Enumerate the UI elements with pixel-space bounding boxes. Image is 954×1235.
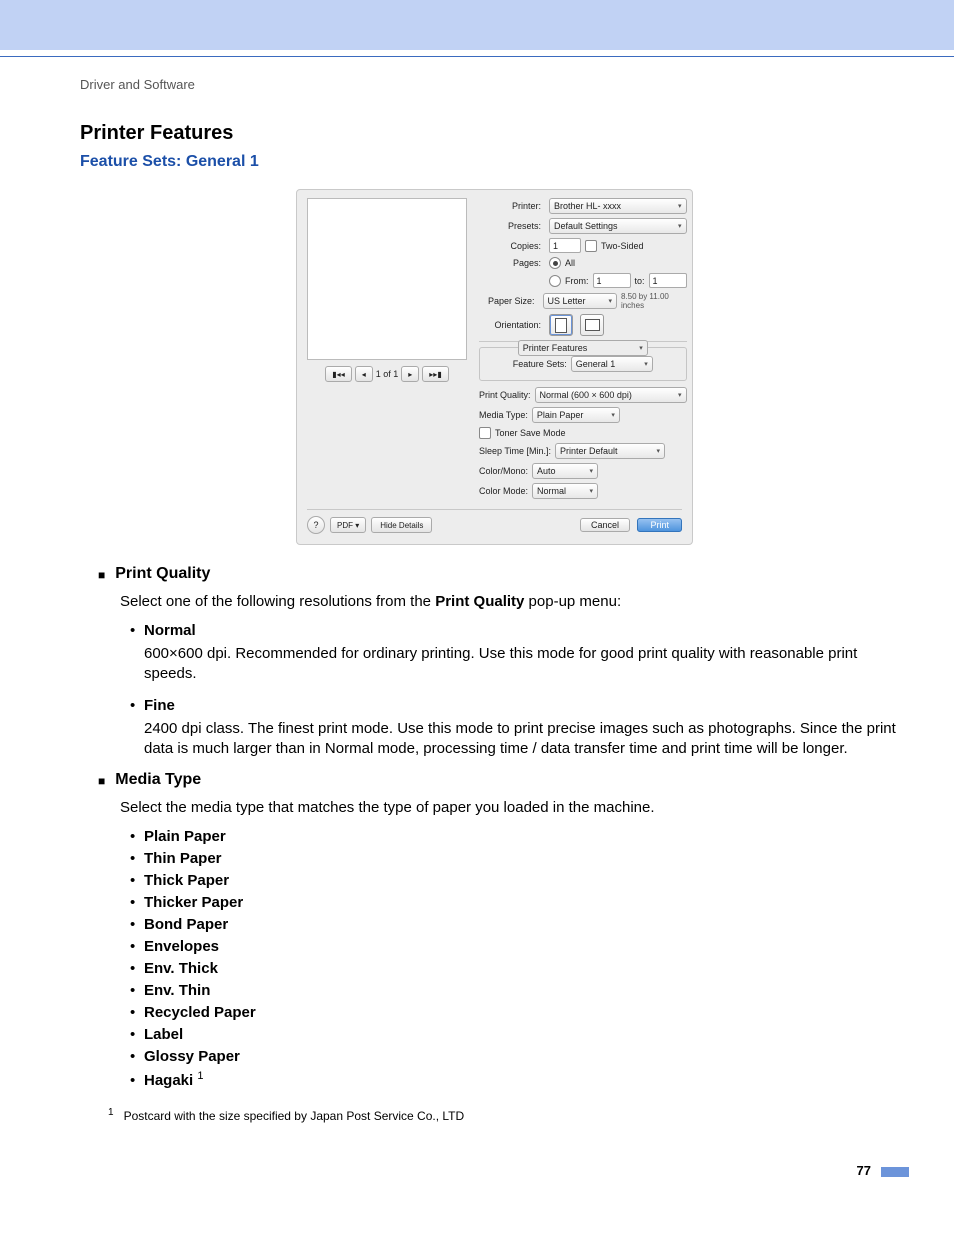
- next-page-button[interactable]: ▸: [401, 366, 419, 382]
- printer-select[interactable]: Brother HL- xxxx: [549, 198, 687, 214]
- copies-input[interactable]: 1: [549, 238, 581, 253]
- pages-from-label: From:: [565, 276, 589, 286]
- square-bullet-icon: ■: [98, 565, 105, 585]
- pages-label: Pages:: [479, 258, 545, 268]
- list-item: Envelopes: [130, 938, 909, 955]
- fine-description: 2400 dpi class. The finest print mode. U…: [144, 719, 909, 760]
- list-item: Label: [130, 1026, 909, 1043]
- page-subtitle: Feature Sets: General 1: [80, 153, 909, 171]
- toner-save-checkbox[interactable]: [479, 427, 491, 439]
- printer-features-group: Printer Features Feature Sets:General 1: [479, 347, 687, 381]
- color-mode-select[interactable]: Normal: [532, 483, 598, 499]
- copies-label: Copies:: [479, 241, 545, 251]
- pages-to-input[interactable]: 1: [649, 273, 687, 288]
- list-item: Env. Thick: [130, 960, 909, 977]
- header-band: [0, 0, 954, 50]
- header-rule: [0, 56, 954, 57]
- pages-from-input[interactable]: 1: [593, 273, 631, 288]
- list-item: Recycled Paper: [130, 1004, 909, 1021]
- normal-description: 600×600 dpi. Recommended for ordinary pr…: [144, 644, 909, 685]
- preview-pager: 1 of 1: [376, 369, 399, 379]
- orientation-label: Orientation:: [479, 320, 545, 330]
- presets-select[interactable]: Default Settings: [549, 218, 687, 234]
- pages-all-label: All: [565, 258, 575, 268]
- prev-page-button[interactable]: ◂: [355, 366, 373, 382]
- list-item: Thicker Paper: [130, 894, 909, 911]
- color-mode-label: Color Mode:: [479, 486, 528, 496]
- pq-intro: Select one of the following resolutions …: [120, 591, 909, 612]
- print-dialog: ▮◂◂ ◂ 1 of 1 ▸ ▸▸▮ Printer: Brother HL- x…: [296, 189, 693, 545]
- list-item: Env. Thin: [130, 982, 909, 999]
- media-type-label: Media Type:: [479, 410, 528, 420]
- footnote: 1Postcard with the size specified by Jap…: [108, 1107, 909, 1123]
- cancel-button[interactable]: Cancel: [580, 518, 630, 532]
- orientation-landscape-button[interactable]: [580, 314, 604, 336]
- twosided-label: Two-Sided: [601, 241, 644, 251]
- last-page-button[interactable]: ▸▸▮: [422, 366, 448, 382]
- paper-size-select[interactable]: US Letter: [543, 293, 617, 309]
- page-title: Printer Features: [80, 122, 909, 145]
- mt-intro: Select the media type that matches the t…: [120, 797, 909, 818]
- feature-sets-label: Feature Sets:: [513, 359, 567, 369]
- portrait-icon: [555, 318, 567, 333]
- section-select[interactable]: Printer Features: [518, 340, 648, 356]
- paper-size-label: Paper Size:: [479, 296, 539, 306]
- page-number: 77: [80, 1163, 909, 1178]
- sleep-time-select[interactable]: Printer Default: [555, 443, 665, 459]
- list-item: Thick Paper: [130, 872, 909, 889]
- print-button[interactable]: Print: [637, 518, 682, 532]
- presets-label: Presets:: [479, 221, 545, 231]
- pages-to-label: to:: [635, 276, 645, 286]
- sleep-time-label: Sleep Time [Min.]:: [479, 446, 551, 456]
- media-type-list: Plain Paper Thin Paper Thick Paper Thicker …: [130, 828, 909, 1089]
- list-item: Fine: [130, 697, 909, 714]
- print-quality-label: Print Quality:: [479, 390, 531, 400]
- twosided-checkbox[interactable]: [585, 240, 597, 252]
- breadcrumb: Driver and Software: [80, 77, 909, 92]
- section-media-type: Media Type: [115, 771, 201, 791]
- orientation-portrait-button[interactable]: [549, 314, 573, 336]
- help-button[interactable]: ?: [307, 516, 325, 534]
- list-item: Glossy Paper: [130, 1048, 909, 1065]
- first-page-button[interactable]: ▮◂◂: [325, 366, 351, 382]
- list-item: Normal: [130, 622, 909, 639]
- paper-dims-label: 8.50 by 11.00 inches: [621, 292, 687, 310]
- color-mono-label: Color/Mono:: [479, 466, 528, 476]
- hide-details-button[interactable]: Hide Details: [371, 517, 432, 533]
- list-item: Hagaki 1: [130, 1070, 909, 1089]
- list-item: Bond Paper: [130, 916, 909, 933]
- color-mono-select[interactable]: Auto: [532, 463, 598, 479]
- print-quality-select[interactable]: Normal (600 × 600 dpi): [535, 387, 687, 403]
- feature-sets-select[interactable]: General 1: [571, 356, 653, 372]
- printer-label: Printer:: [479, 201, 545, 211]
- square-bullet-icon: ■: [98, 771, 105, 791]
- pdf-menu-button[interactable]: PDF ▾: [330, 517, 366, 533]
- media-type-select[interactable]: Plain Paper: [532, 407, 620, 423]
- list-item: Plain Paper: [130, 828, 909, 845]
- pages-range-radio[interactable]: [549, 275, 561, 287]
- landscape-icon: [585, 319, 600, 331]
- print-preview-canvas: [307, 198, 467, 360]
- list-item: Thin Paper: [130, 850, 909, 867]
- print-preview-pane: ▮◂◂ ◂ 1 of 1 ▸ ▸▸▮: [307, 198, 467, 503]
- toner-save-label: Toner Save Mode: [495, 428, 566, 438]
- section-print-quality: Print Quality: [115, 565, 210, 585]
- pages-all-radio[interactable]: [549, 257, 561, 269]
